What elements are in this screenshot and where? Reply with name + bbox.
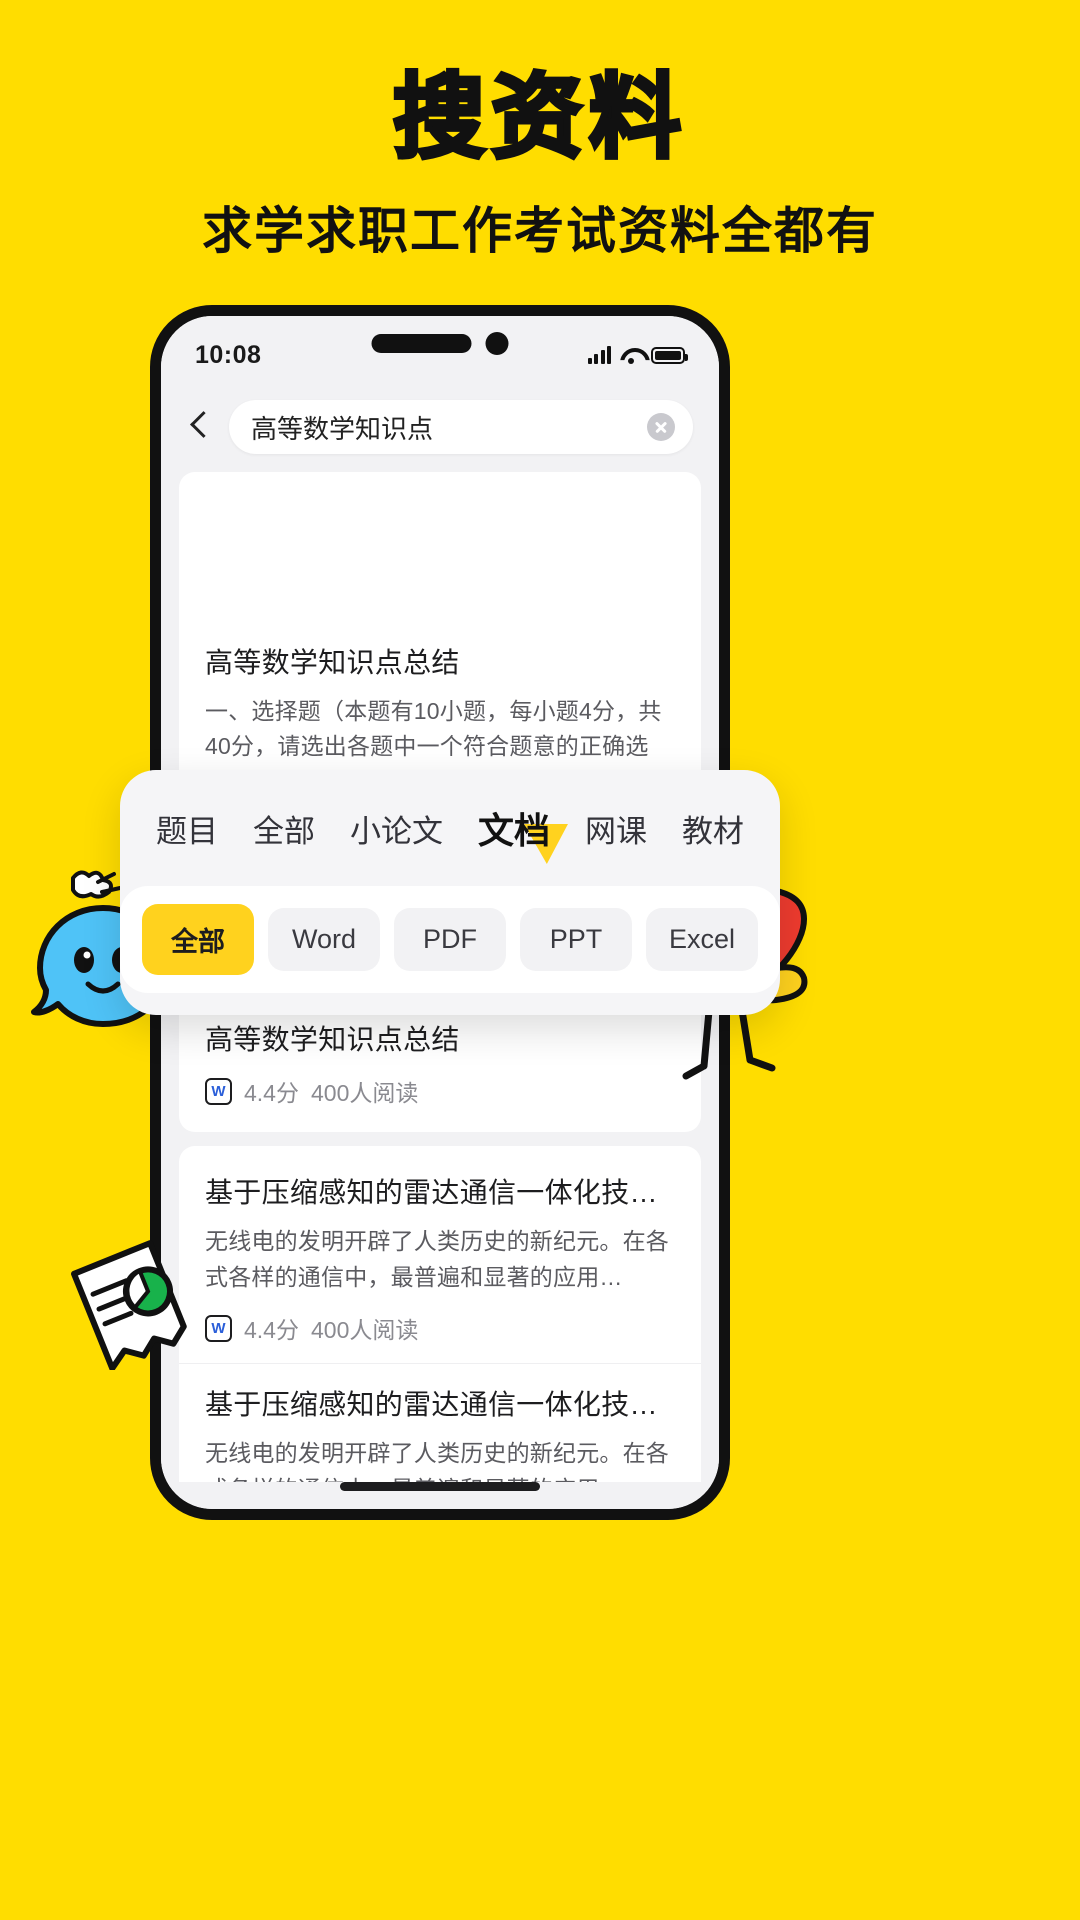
island-camera-icon <box>485 332 509 355</box>
tab-教材[interactable]: 教材 <box>680 800 746 857</box>
search-input[interactable]: 高等数学知识点 <box>229 400 693 454</box>
result-description: 无线电的发明开辟了人类历史的新纪元。在各式各样的通信中，最普遍和显著的应用… <box>205 1228 669 1290</box>
search-input-value: 高等数学知识点 <box>251 413 434 444</box>
chip-ppt[interactable]: PPT <box>520 908 632 971</box>
page-subtitle: 求学求职工作考试资料全都有 <box>202 202 878 259</box>
result-score: 4.4分 <box>244 1317 299 1344</box>
signal-bars-icon <box>587 346 611 364</box>
category-tabs: 题目 全部 小论文 文档 网课 教材 <box>120 796 780 864</box>
tab-全部[interactable]: 全部 <box>251 800 317 857</box>
battery-full-icon <box>651 346 688 364</box>
chip-excel[interactable]: Excel <box>646 908 758 971</box>
page-title: 搜资料 <box>391 67 687 169</box>
dynamic-island <box>371 332 509 355</box>
result-title: 基于压缩感知的雷达通信一体化技术信息 <box>205 1389 675 1421</box>
chevron-left-icon[interactable] <box>183 407 217 447</box>
search-bar: 高等数学知识点 <box>161 394 719 472</box>
word-file-icon: W <box>205 1077 232 1105</box>
tab-文档[interactable]: 文档 <box>476 796 568 864</box>
result-description: 无线电的发明开辟了人类历史的新纪元。在各式各样的通信中，最普遍和显著的应用… <box>205 1440 669 1482</box>
status-icons <box>587 346 688 364</box>
status-time: 10:08 <box>195 340 262 369</box>
result-title: 基于压缩感知的雷达通信一体化技术信息 <box>205 1177 675 1209</box>
home-indicator <box>340 1482 540 1491</box>
chip-pdf[interactable]: PDF <box>394 908 506 971</box>
filetype-chip-row: 全部 Word PDF PPT Excel <box>120 886 780 993</box>
result-item[interactable]: 基于压缩感知的雷达通信一体化技术信息 无线电的发明开辟了人类历史的新纪元。在各式… <box>179 1364 701 1482</box>
result-read-count: 400人阅读 <box>310 1317 419 1344</box>
result-score: 4.4分 <box>244 1080 299 1107</box>
island-speaker-icon <box>371 334 472 353</box>
promo-header: 搜资料 求学求职工作考试资料全都有 <box>0 0 1080 263</box>
chip-全部[interactable]: 全部 <box>142 904 254 975</box>
wifi-icon <box>620 347 642 364</box>
tab-小论文[interactable]: 小论文 <box>348 800 445 857</box>
word-file-icon: W <box>205 1314 232 1342</box>
result-read-count: 400人阅读 <box>310 1080 419 1107</box>
result-item[interactable]: 基于压缩感知的雷达通信一体化技术信息 无线电的发明开辟了人类历史的新纪元。在各式… <box>179 1152 701 1365</box>
result-meta: W 4.4分 400人阅读 <box>205 1311 675 1345</box>
status-bar: 10:08 <box>161 316 719 394</box>
tab-网课[interactable]: 网课 <box>583 800 649 857</box>
result-title: 高等数学知识点总结 <box>205 647 460 678</box>
tab-题目[interactable]: 题目 <box>154 800 220 857</box>
chip-word[interactable]: Word <box>268 908 380 971</box>
results-card-group-2: 基于压缩感知的雷达通信一体化技术信息 无线电的发明开辟了人类历史的新纪元。在各式… <box>179 1146 701 1482</box>
clear-circle-icon[interactable] <box>647 413 675 441</box>
document-chart-decoration-icon <box>71 1240 187 1370</box>
filter-panel: 题目 全部 小论文 文档 网课 教材 全部 Word PDF PPT Excel <box>120 770 780 1015</box>
tab-label: 文档 <box>477 810 550 851</box>
